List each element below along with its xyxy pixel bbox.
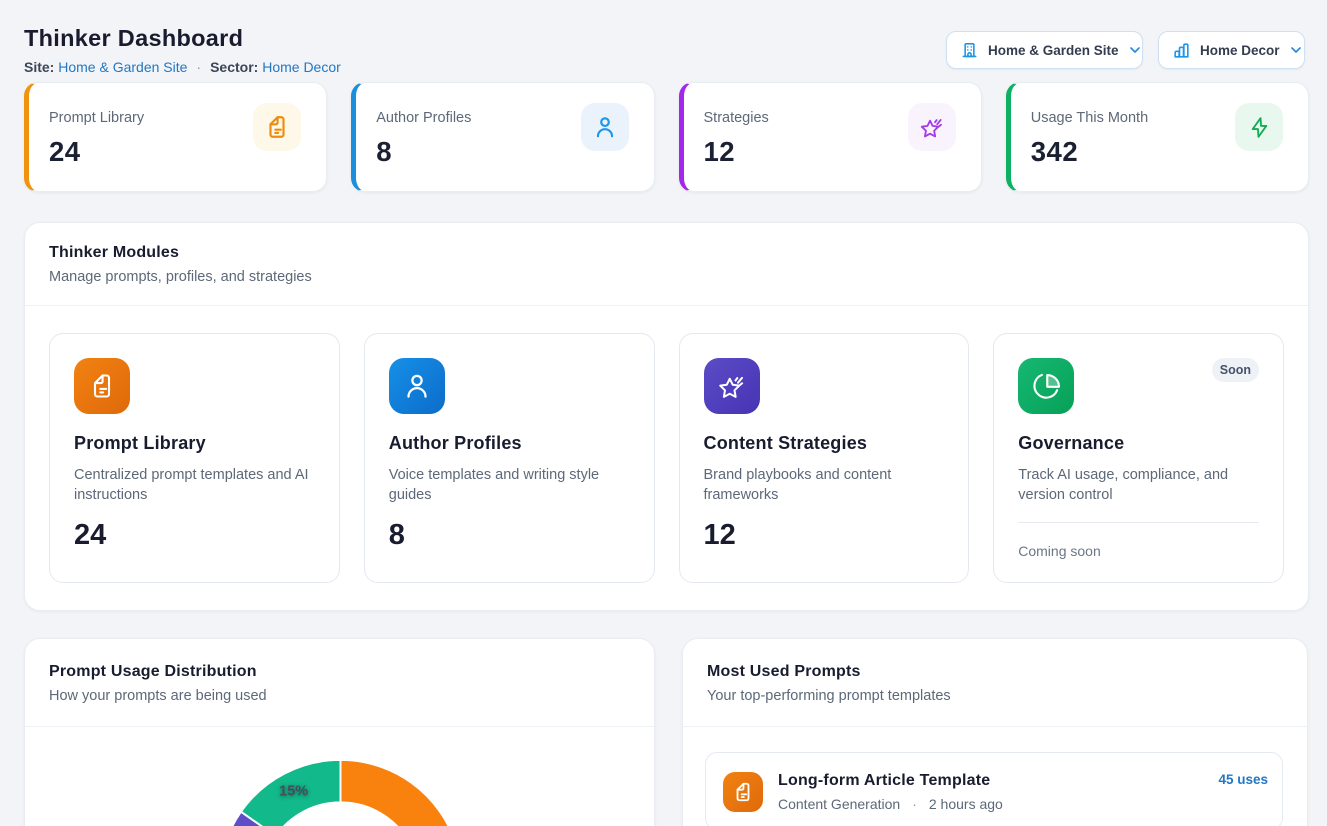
svg-text:15%: 15% — [279, 784, 308, 800]
